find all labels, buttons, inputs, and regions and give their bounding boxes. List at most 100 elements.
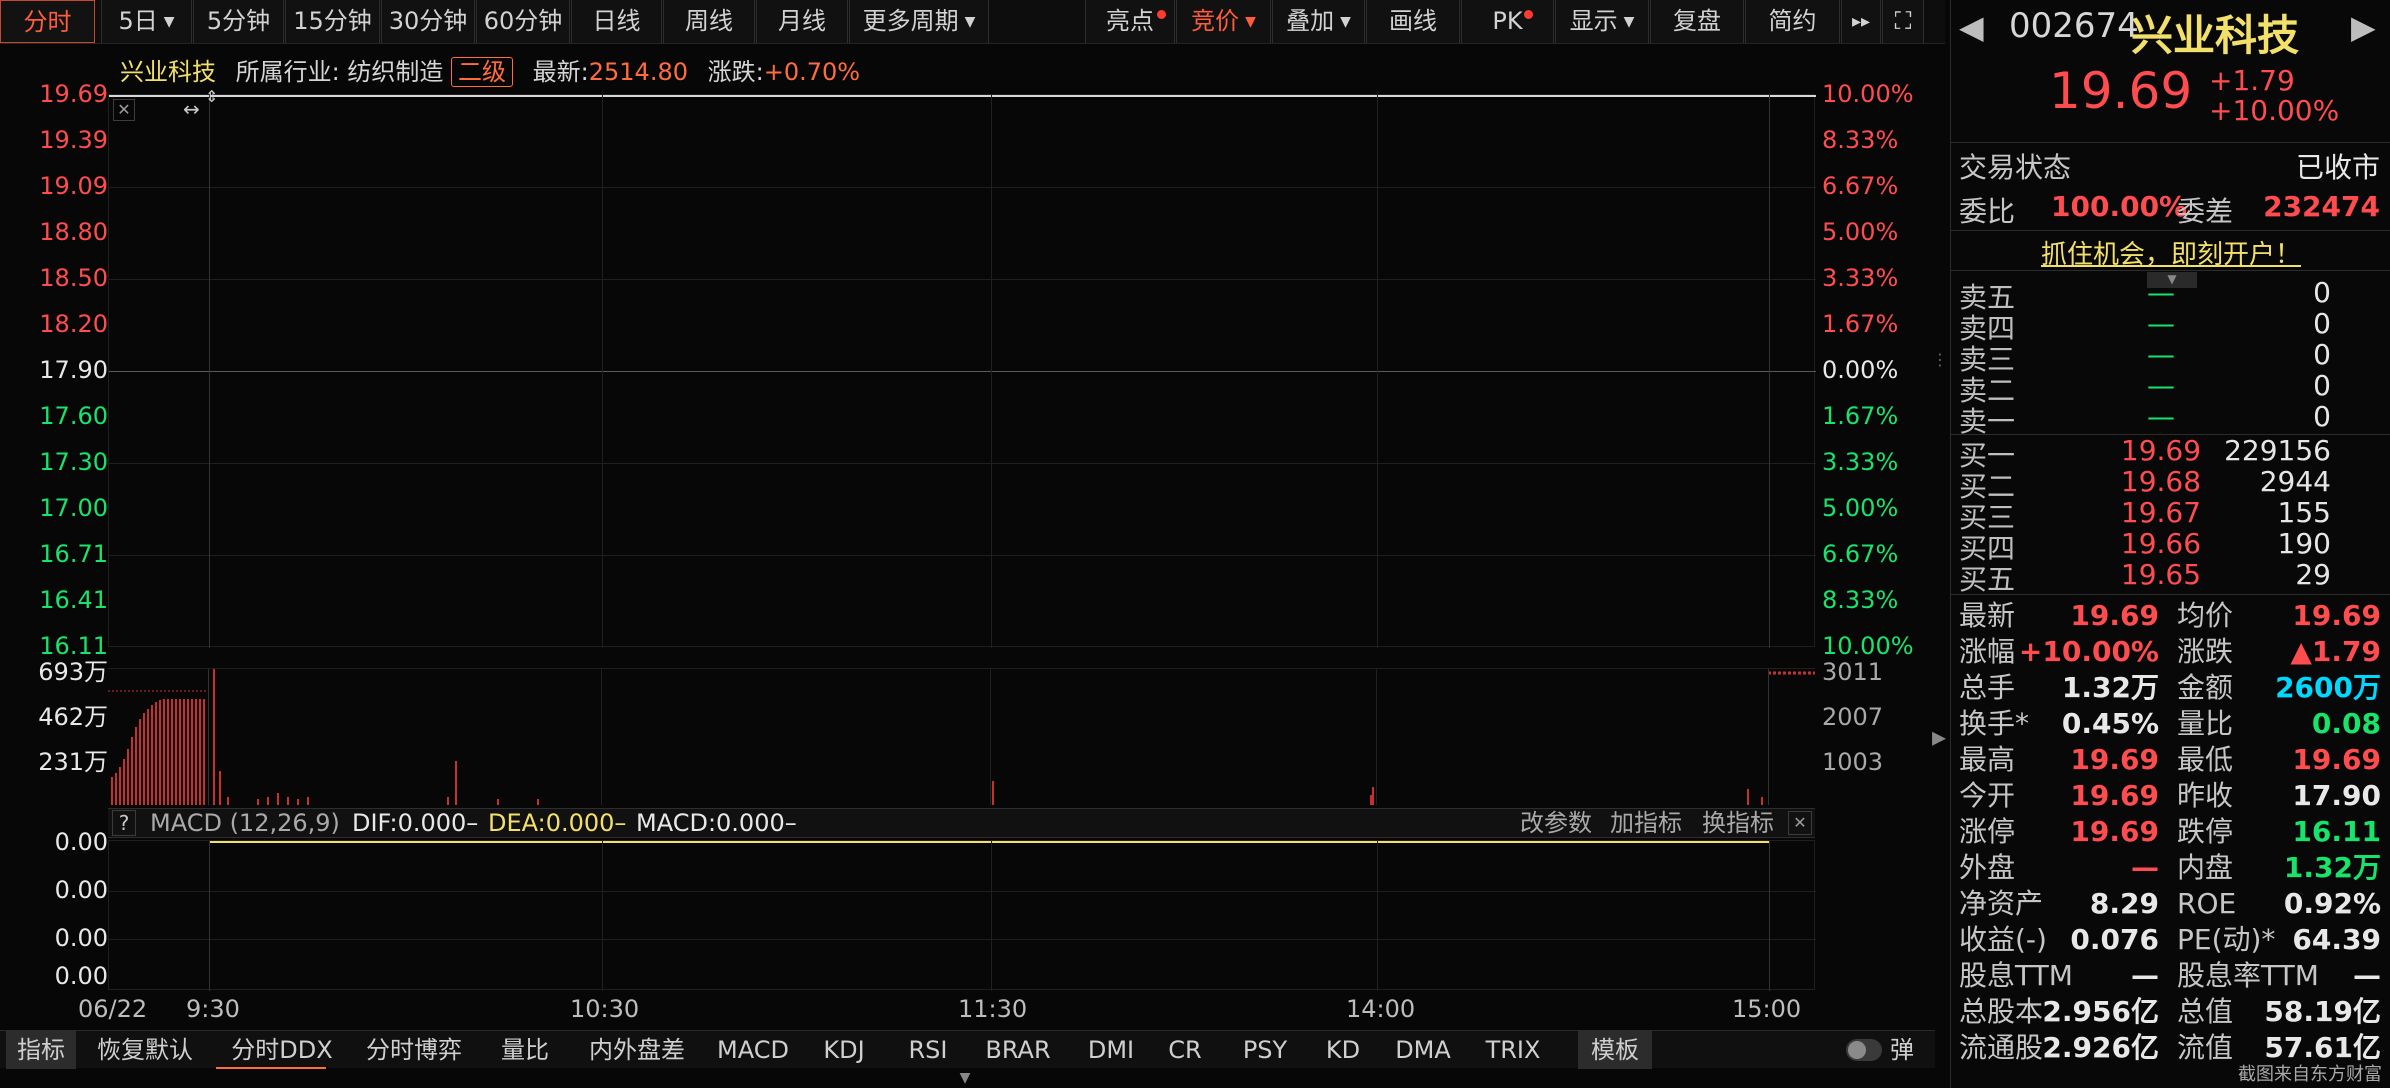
tab-indicators[interactable]: 指标 [6,1031,76,1069]
splitter-handle-icon[interactable]: ⋮ [1932,350,1948,380]
stat-value: 19.69 [2070,779,2159,812]
stat-label: 昨收 [2177,779,2234,812]
macd-name[interactable]: MACD (12,26,9) [150,809,340,837]
tab-5-day-label: 5日 [118,7,158,35]
tab-5-day[interactable]: 5日 ▼ [101,0,192,43]
tab-simple[interactable]: 简约 [1745,0,1840,43]
grid-line [601,669,602,805]
change-label: 涨跌: [707,58,764,86]
stat-value: 19.69 [2070,743,2159,776]
add-indicator-button[interactable]: 加指标 [1610,809,1682,837]
stat-value: 2.956亿 [2042,995,2159,1028]
percent-tick: 0.00% [1822,356,1899,384]
tab-60-minute[interactable]: 60分钟 [476,0,570,43]
previous-close-line [109,371,1816,372]
volume-chart-area[interactable] [108,668,1815,805]
macd-tick: 0.00 [54,876,108,904]
close-icon[interactable]: ✕ [1788,811,1812,835]
stat-label: 净资产 [1959,887,2044,920]
toggle-knob [1848,1041,1866,1059]
stat-label: 内盘 [2177,851,2234,884]
tab-15-minute[interactable]: 15分钟 [285,0,380,43]
tab-5-minute[interactable]: 5分钟 [193,0,284,43]
expand-right-button[interactable]: ▸▸ [1841,0,1881,43]
close-icon[interactable]: ✕ [113,99,135,121]
tab-dmi[interactable]: DMI [1078,1031,1144,1069]
tab-monthly[interactable]: 月线 [756,0,848,43]
tab-game[interactable]: 分时博弈 [358,1031,470,1069]
tab-kdj[interactable]: KDJ [812,1031,876,1069]
order-price: — [2147,307,2175,340]
open-account-promo-link[interactable]: 抓住机会，即刻开户！ [1951,234,2390,271]
tab-rsi[interactable]: RSI [896,1031,960,1069]
tab-30-minute[interactable]: 30分钟 [381,0,475,43]
stat-label: PE(动)* [2177,923,2276,956]
tab-restore-default[interactable]: 恢复默认 [90,1031,200,1069]
drag-handle-icon[interactable]: ⇕ [205,87,218,106]
notification-dot-icon [1524,10,1533,19]
stat-value: 0.076 [2070,923,2159,956]
macd-tick: 0.00 [54,962,108,990]
order-volume: 0 [2313,400,2331,433]
stat-label: 最低 [2177,743,2234,776]
macd-chart-area[interactable] [108,840,1816,991]
popup-toggle[interactable] [1846,1039,1882,1061]
tab-macd[interactable]: MACD [712,1031,794,1069]
tab-display[interactable]: 显示 ▼ [1555,0,1649,43]
stat-label: 股息TTM [1959,959,2073,992]
expand-panel-icon[interactable]: ▸ [1932,720,1948,780]
sell-level-4: 卖四 — 0 [1951,307,2390,345]
fullscreen-button[interactable]: ⛶ [1882,0,1924,43]
notification-dot-icon [1157,10,1166,19]
next-stock-icon[interactable]: ▶ [2351,8,2376,46]
stat-value: 64.39 [2292,923,2381,956]
chevron-down-icon: ▼ [1623,13,1635,30]
switch-indicator-button[interactable]: 换指标 [1702,809,1774,837]
tab-weekly[interactable]: 周线 [663,0,755,43]
tab-cr[interactable]: CR [1160,1031,1210,1069]
collapse-panel-icon[interactable]: ▼ [935,1070,995,1086]
tab-ddx[interactable]: 分时DDX [222,1031,342,1069]
trade-status-value: 已收市 [2295,151,2380,184]
price-chart-area[interactable]: ✕ ↔ ⇕ [108,87,1816,648]
tab-highlights[interactable]: 亮点 [1085,0,1175,43]
stock-code: 002674 [2009,6,2139,46]
prev-stock-icon[interactable]: ◀ [1959,8,1984,46]
tab-draw-line[interactable]: 画线 [1366,0,1460,43]
tab-overlay[interactable]: 叠加 ▼ [1272,0,1365,43]
tab-dma[interactable]: DMA [1388,1031,1458,1069]
tab-more-periods[interactable]: 更多周期 ▼ [849,0,989,43]
industry-level-badge[interactable]: 二级 [451,57,514,87]
tab-trix[interactable]: TRIX [1478,1031,1548,1069]
tab-psy[interactable]: PSY [1232,1031,1298,1069]
help-icon[interactable]: ? [112,810,136,836]
stat-value: 0.08 [2311,707,2381,740]
time-tick-date: 06/22 [78,995,148,1023]
grid-line [1377,841,1378,991]
buy-level-5: 买五 19.65 29 [1951,558,2390,596]
latest-label: 最新: [532,58,589,86]
period-toolbar: 分时 5日 ▼ 5分钟 15分钟 30分钟 60分钟 日线 周线 月线 更多周期 ▼… [0,0,1945,44]
tab-brar[interactable]: BRAR [978,1031,1058,1069]
stat-label: 金额 [2177,671,2234,704]
tab-replay[interactable]: 复盘 [1650,0,1744,43]
change-params-button[interactable]: 改参数 [1520,809,1592,837]
price-tick: 16.41 [39,586,108,614]
tab-daily[interactable]: 日线 [571,0,662,43]
tab-volume-ratio[interactable]: 量比 [490,1031,560,1069]
tab-overlay-label: 叠加 [1286,7,1335,35]
divider [1951,230,2390,231]
industry-name[interactable]: 纺织制造 [347,58,443,86]
tab-pk[interactable]: PK [1461,0,1554,43]
tab-inner-outer-diff[interactable]: 内外盘差 [578,1031,696,1069]
stat-label: 最新 [1959,599,2016,632]
resize-horizontal-icon[interactable]: ↔ [183,97,200,121]
tab-time-share[interactable]: 分时 [0,0,95,43]
popup-toggle-label: 弹 [1890,1036,1914,1064]
grid-line [1376,669,1377,805]
tab-template[interactable]: 模板 [1578,1031,1652,1069]
tab-auction[interactable]: 竞价 ▼ [1176,0,1271,43]
grid-line [602,95,603,648]
stat-label: 今开 [1959,779,2016,812]
tab-kd[interactable]: KD [1318,1031,1368,1069]
